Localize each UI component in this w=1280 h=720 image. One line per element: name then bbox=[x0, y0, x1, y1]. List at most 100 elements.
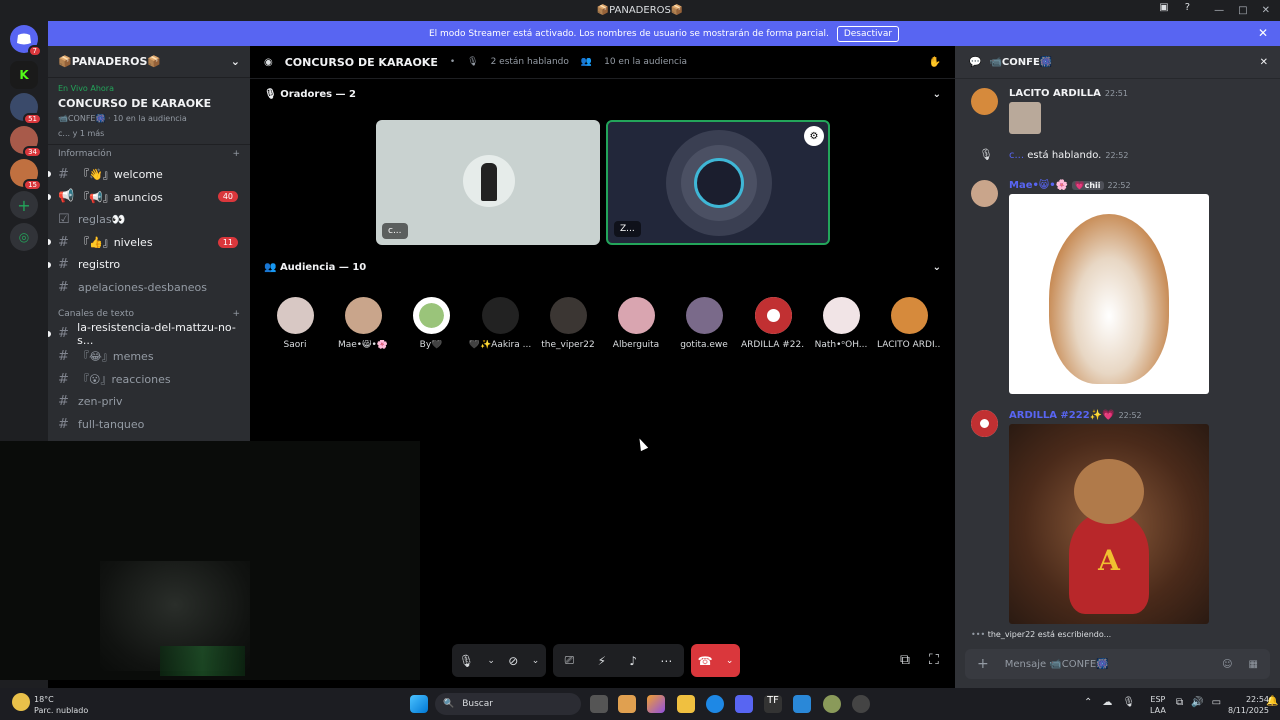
audience-member[interactable]: Alberguita bbox=[604, 297, 668, 350]
server-icon-3[interactable]: 15 bbox=[10, 159, 42, 191]
close-window-button[interactable]: ✕ bbox=[1262, 5, 1270, 16]
avatar bbox=[344, 297, 382, 334]
minimize-button[interactable]: — bbox=[1214, 5, 1224, 16]
clock[interactable]: 22:54 8/11/2025 bbox=[1228, 694, 1269, 716]
raise-hand-icon[interactable]: ✋ bbox=[929, 57, 941, 68]
channel-full-tanqueo[interactable]: # full-tanqueo bbox=[48, 413, 250, 436]
activities-button[interactable]: ⚡ bbox=[598, 654, 606, 668]
app-icon-green[interactable] bbox=[823, 695, 841, 713]
deactivate-button[interactable]: Desactivar bbox=[836, 25, 900, 42]
chat-header: 💬 📹CONFE🎆 ✕ bbox=[955, 46, 1280, 79]
audience-member[interactable]: the_viper22 bbox=[536, 297, 600, 350]
category-info[interactable]: Información + bbox=[48, 145, 250, 163]
add-server-icon[interactable]: + bbox=[10, 191, 38, 219]
taskbar-search[interactable]: 🔍 Buscar bbox=[435, 693, 581, 715]
server-badge-1: 51 bbox=[23, 113, 42, 125]
microphone-tray-icon[interactable]: 🎙 bbox=[1122, 697, 1135, 708]
language-indicator[interactable]: ESP LAA bbox=[1150, 694, 1166, 716]
channel-niveles[interactable]: # 『👍』niveles 11 bbox=[48, 231, 250, 254]
more-options-icon[interactable]: ⋯ bbox=[660, 654, 672, 668]
camera-off-button[interactable]: ⊘ bbox=[508, 654, 518, 668]
close-chat-icon[interactable]: ✕ bbox=[1260, 57, 1268, 68]
live-stage-card[interactable]: En Vivo Ahora CONCURSO DE KARAOKE 📹CONFE… bbox=[48, 78, 250, 145]
kick-server-icon[interactable]: K bbox=[10, 61, 38, 89]
edge-icon[interactable] bbox=[706, 695, 724, 713]
audience-member[interactable]: LACITO ARDI... bbox=[877, 297, 941, 350]
server-icon-2[interactable]: 34 bbox=[10, 126, 42, 158]
hash-icon: # bbox=[58, 371, 69, 387]
copilot-icon[interactable] bbox=[647, 695, 665, 713]
discover-icon[interactable]: ◎ bbox=[10, 223, 38, 251]
server-name: 📦PANADEROS📦 bbox=[58, 55, 162, 68]
popout-icon[interactable]: ⧉ bbox=[900, 652, 910, 668]
screen-share-button[interactable]: ⎚ bbox=[565, 653, 575, 668]
typing-indicator: ••• the_viper22 está escribiendo... bbox=[971, 630, 1112, 639]
channel-anuncios[interactable]: 📢 『📢』anuncios 40 bbox=[48, 186, 250, 209]
speaker-tile-1[interactable]: c... bbox=[376, 120, 600, 245]
disconnect-button[interactable]: ☎ ⌄ bbox=[691, 644, 740, 677]
app-icon-blue[interactable] bbox=[793, 695, 811, 713]
notifications-icon[interactable]: 🔔 bbox=[1266, 696, 1278, 707]
audience-member[interactable]: By🖤 bbox=[399, 297, 463, 350]
message-input[interactable]: + Mensaje 📹CONFE🎆 ☺ ▦ bbox=[965, 649, 1270, 679]
server-header[interactable]: 📦PANADEROS📦 ⌄ bbox=[48, 46, 250, 78]
inbox-icon[interactable]: ▣ bbox=[1159, 2, 1168, 13]
audience-member[interactable]: gotita.ewe bbox=[672, 297, 736, 350]
discord-taskbar-icon[interactable] bbox=[735, 695, 753, 713]
squirrel-gif[interactable] bbox=[1009, 194, 1209, 394]
chat-panel: 💬 📹CONFE🎆 ✕ LACITO ARDILLA 22:51 🎙 c... e… bbox=[955, 46, 1280, 688]
message-time: 22:52 bbox=[1118, 411, 1142, 420]
app-icon-gear[interactable] bbox=[852, 695, 870, 713]
close-banner-icon[interactable]: ✕ bbox=[1258, 26, 1268, 40]
fullscreen-icon[interactable]: ⛶ bbox=[929, 652, 939, 668]
audience-section-header[interactable]: 👥 Audiencia — 10 ⌄ bbox=[250, 252, 955, 282]
network-icon[interactable]: ⧉ bbox=[1176, 697, 1183, 708]
channel-apelaciones[interactable]: # apelaciones-desbaneos bbox=[48, 276, 250, 299]
avatar bbox=[617, 297, 655, 334]
soundboard-button[interactable]: ♪ bbox=[629, 654, 637, 668]
show-hidden-icons[interactable]: ⌃ bbox=[1084, 697, 1092, 708]
app-icon-tf[interactable]: TF bbox=[764, 695, 782, 713]
battery-icon[interactable]: ▭ bbox=[1212, 697, 1221, 708]
store-icon[interactable] bbox=[618, 695, 636, 713]
help-icon[interactable]: ? bbox=[1185, 2, 1190, 13]
chipmunk-gif[interactable]: A bbox=[1009, 424, 1209, 624]
audience-member[interactable]: ARDILLA #22... bbox=[741, 297, 805, 350]
channel-reglas[interactable]: ☑ reglas👀 bbox=[48, 208, 250, 231]
channel-resistencia[interactable]: # la-resistencia-del-mattzu-no-s... bbox=[48, 321, 250, 347]
channel-reacciones[interactable]: # 『😮』reacciones bbox=[48, 368, 250, 391]
audience-member[interactable]: 🖤✨Aakira ... bbox=[468, 297, 532, 350]
maximize-button[interactable]: □ bbox=[1238, 5, 1247, 16]
server-icon-1[interactable]: 51 bbox=[10, 93, 42, 125]
home-button[interactable]: 7 bbox=[10, 25, 42, 57]
add-attachment-icon[interactable]: + bbox=[977, 656, 989, 672]
file-explorer-icon[interactable] bbox=[677, 695, 695, 713]
apps-icon[interactable]: ▦ bbox=[1249, 659, 1258, 670]
microphone-button[interactable]: 🎙 bbox=[459, 654, 474, 668]
audience-member[interactable]: Nath•ᵒOH... bbox=[809, 297, 873, 350]
channel-memes[interactable]: # 『😂』memes bbox=[48, 345, 250, 368]
weather-icon[interactable] bbox=[12, 693, 30, 711]
channel-registro[interactable]: # registro bbox=[48, 253, 250, 276]
category-text[interactable]: Canales de texto + bbox=[48, 305, 250, 323]
hash-icon: # bbox=[58, 416, 69, 432]
webcam-overlay bbox=[0, 441, 420, 680]
task-view-icon[interactable] bbox=[590, 695, 608, 713]
audience-member[interactable]: Mae•😸•🌸 bbox=[331, 297, 395, 350]
search-icon: 🔍 bbox=[443, 699, 455, 709]
speakers-section-header[interactable]: 🎙 Oradores — 2 ⌄ bbox=[250, 79, 955, 109]
channel-welcome[interactable]: # 『👋』welcome bbox=[48, 163, 250, 186]
sticker-image[interactable] bbox=[1009, 102, 1041, 134]
start-button[interactable] bbox=[410, 695, 428, 713]
onedrive-icon[interactable]: ☁ bbox=[1102, 697, 1112, 708]
speaker-tile-2[interactable]: ⚙ Z... bbox=[606, 120, 830, 245]
camera-options-chevron-icon[interactable]: ⌄ bbox=[532, 656, 540, 666]
audience-member[interactable]: Saori bbox=[263, 297, 327, 350]
volume-icon[interactable]: 🔊 bbox=[1191, 697, 1203, 708]
emoji-icon[interactable]: ☺ bbox=[1222, 659, 1232, 670]
speaker-mention[interactable]: c... bbox=[1009, 150, 1024, 161]
role-tag: 💗chii bbox=[1071, 181, 1104, 190]
channel-zen-priv[interactable]: # zen-priv bbox=[48, 390, 250, 413]
mic-options-chevron-icon[interactable]: ⌄ bbox=[487, 656, 495, 666]
live-stage-name: CONCURSO DE KARAOKE bbox=[58, 97, 212, 110]
